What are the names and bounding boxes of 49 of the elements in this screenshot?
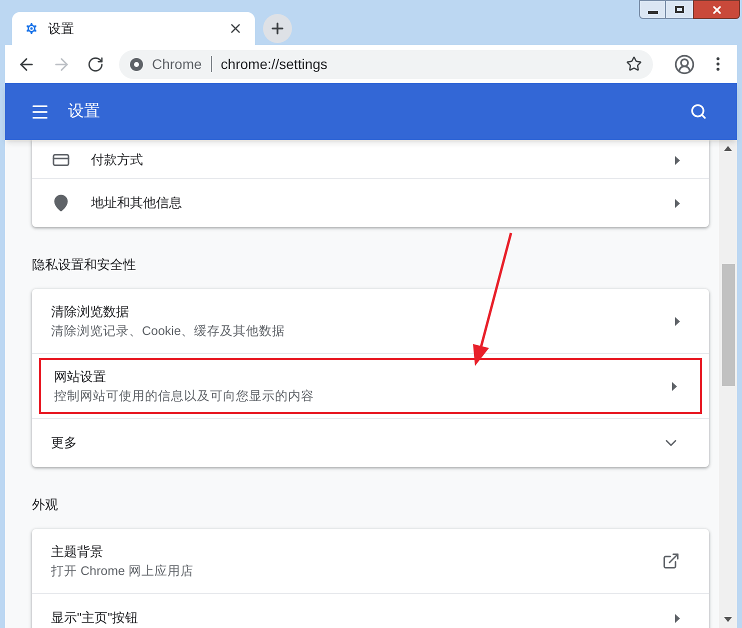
address-field[interactable]: Chrome chrome://settings — [119, 50, 653, 78]
row-description: 打开 Chrome 网上应用店 — [51, 563, 194, 580]
search-icon[interactable] — [690, 103, 707, 120]
settings-icon — [24, 21, 39, 36]
close-icon[interactable] — [228, 21, 243, 36]
profile-icon[interactable] — [674, 54, 695, 74]
triangle-right-icon — [672, 382, 677, 390]
new-tab-button[interactable] — [263, 14, 292, 43]
close-window-button[interactable] — [693, 0, 740, 19]
section-title: 外观 — [32, 496, 59, 514]
maximize-button[interactable] — [666, 0, 693, 19]
close-icon — [710, 4, 722, 16]
row-label: 网站设置 — [54, 368, 107, 386]
triangle-right-icon — [675, 156, 680, 164]
url-text: chrome://settings — [220, 54, 328, 74]
row-label: 地址和其他信息 — [91, 194, 183, 212]
minimize-button[interactable] — [639, 0, 666, 19]
settings-row[interactable]: 清除浏览数据 清除浏览记录、Cookie、缓存及其他数据 — [32, 289, 709, 353]
browser-tab[interactable]: 设置 — [12, 12, 255, 45]
row-label: 主题背景 — [51, 543, 104, 561]
scrollbar-thumb[interactable] — [722, 264, 734, 386]
settings-row[interactable]: 网站设置 控制网站可使用的信息以及可向您显示的内容 — [35, 354, 706, 418]
scroll-up-icon[interactable] — [724, 146, 732, 151]
star-icon[interactable] — [626, 56, 642, 72]
settings-row[interactable]: 付款方式 — [32, 140, 709, 178]
settings-row[interactable]: 地址和其他信息 — [32, 179, 709, 227]
header-title: 设置 — [68, 102, 101, 122]
settings-row[interactable]: 显示"主页"按钮 — [32, 594, 709, 628]
tab-title: 设置 — [48, 20, 75, 38]
scroll-down-icon[interactable] — [724, 617, 732, 622]
site-name: Chrome — [152, 54, 202, 74]
reload-icon[interactable] — [87, 56, 104, 72]
row-description: 控制网站可使用的信息以及可向您显示的内容 — [54, 388, 315, 405]
triangle-right-icon — [675, 198, 680, 208]
section-title: 隐私设置和安全性 — [32, 256, 137, 274]
triangle-right-icon — [675, 614, 680, 622]
credit-card-icon — [52, 151, 70, 169]
row-label: 显示"主页"按钮 — [51, 609, 140, 627]
row-label: 清除浏览数据 — [51, 303, 130, 321]
row-label: 付款方式 — [91, 151, 144, 169]
settings-row[interactable]: 更多 — [32, 419, 709, 467]
row-description: 清除浏览记录、Cookie、缓存及其他数据 — [51, 323, 286, 340]
chrome-logo-icon — [130, 58, 143, 70]
triangle-right-icon — [675, 316, 680, 326]
plus-icon — [269, 20, 286, 37]
settings-row[interactable]: 主题背景 打开 Chrome 网上应用店 — [32, 529, 709, 593]
row-label: 更多 — [51, 434, 78, 452]
external-link-icon — [662, 552, 680, 570]
map-pin-icon — [52, 194, 70, 212]
